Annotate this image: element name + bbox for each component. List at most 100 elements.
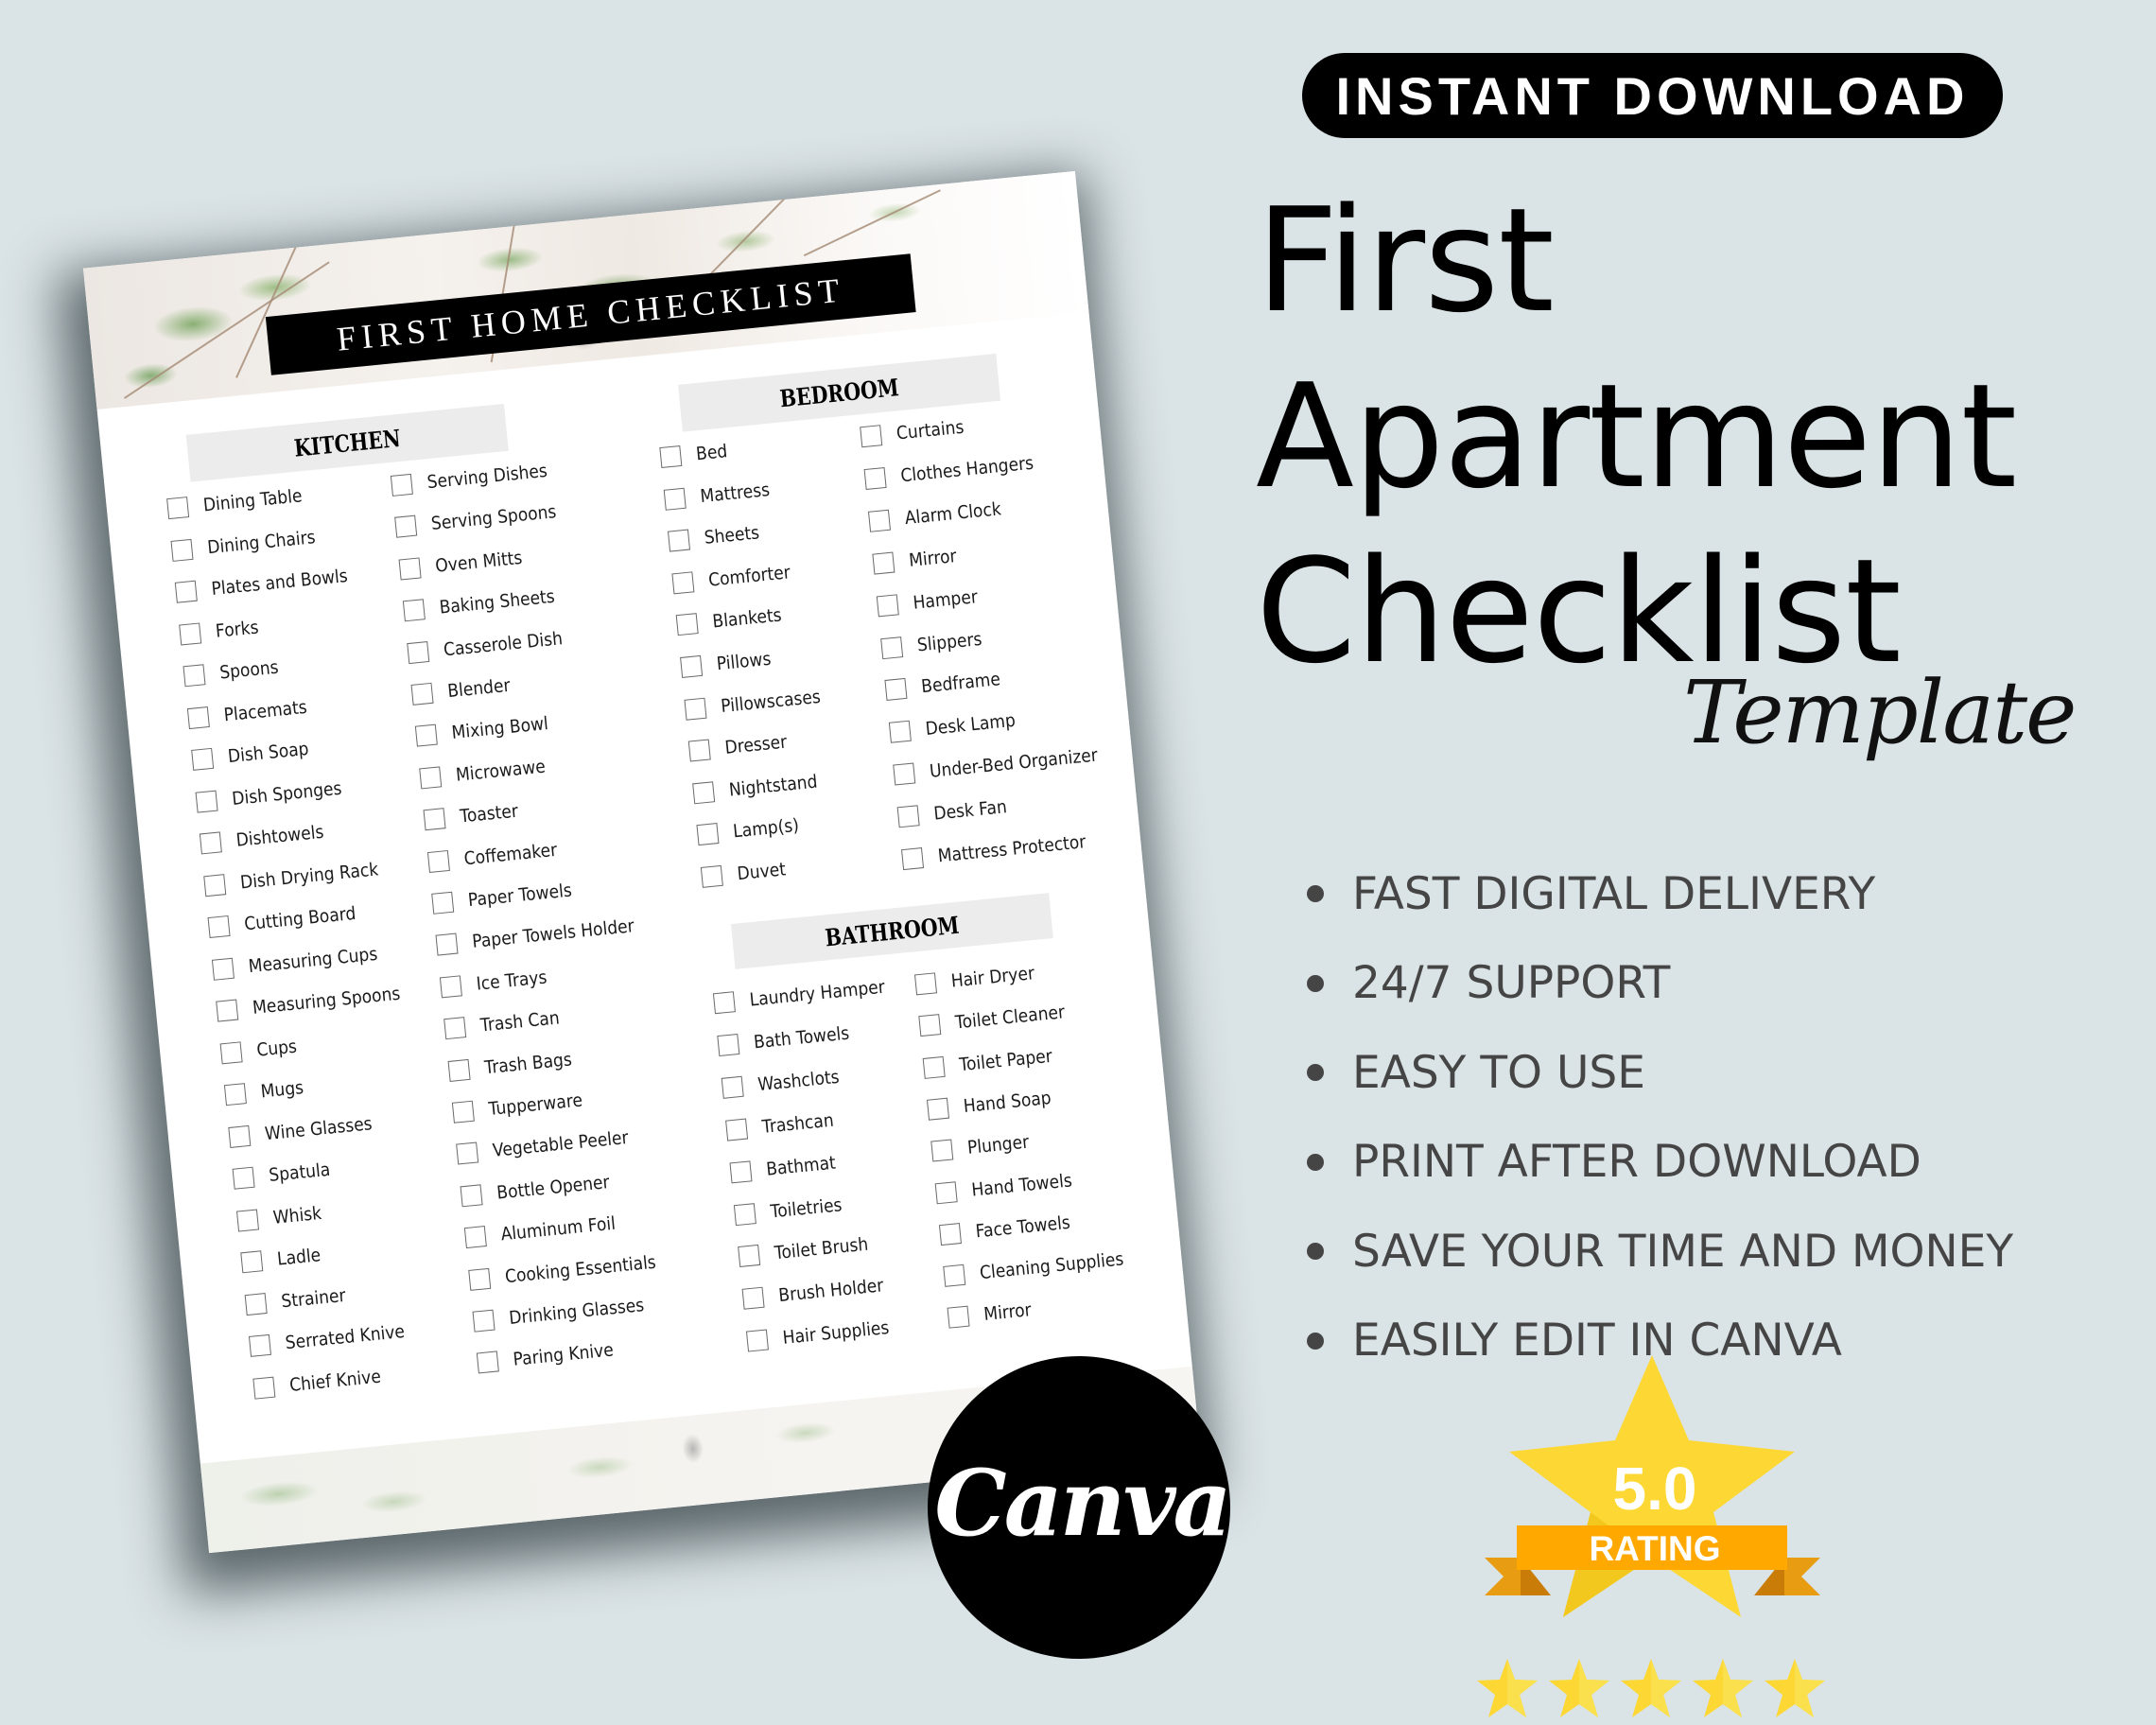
checkbox[interactable] <box>414 723 438 747</box>
checklist-item[interactable]: Cutting Board <box>207 901 370 938</box>
checkbox[interactable] <box>888 720 912 743</box>
checkbox[interactable] <box>207 915 231 938</box>
checkbox[interactable] <box>447 1058 471 1082</box>
checkbox[interactable] <box>228 1124 252 1147</box>
checkbox[interactable] <box>922 1054 946 1079</box>
checkbox[interactable] <box>947 1305 970 1329</box>
checklist-item[interactable]: Strainer <box>244 1283 354 1316</box>
checkbox[interactable] <box>240 1249 264 1273</box>
checkbox[interactable] <box>174 580 198 603</box>
checkbox[interactable] <box>223 1082 247 1106</box>
checklist-item[interactable]: Mirror <box>872 545 963 574</box>
checkbox[interactable] <box>863 466 887 490</box>
checkbox[interactable] <box>745 1329 769 1352</box>
checklist-item[interactable]: Toilet Cleaner <box>918 1001 1078 1037</box>
checklist-item[interactable]: Trashcan <box>725 1108 843 1141</box>
checkbox[interactable] <box>884 677 908 701</box>
checklist-item[interactable]: Cooking Essentials <box>468 1249 673 1290</box>
checklist-item[interactable]: Face Towels <box>938 1211 1082 1246</box>
checklist-item[interactable]: Baking Sheets <box>402 584 568 621</box>
checklist-item[interactable]: Trash Can <box>443 1006 569 1039</box>
checklist-item[interactable]: Spatula <box>232 1159 339 1190</box>
checklist-item[interactable]: Hamper <box>876 584 986 617</box>
checklist-item[interactable]: Chief Knive <box>252 1365 391 1399</box>
checkbox[interactable] <box>938 1222 962 1246</box>
checklist-item[interactable]: Bath Towels <box>717 1021 861 1056</box>
checklist-item[interactable]: Blender <box>410 674 518 706</box>
checkbox[interactable] <box>203 873 227 897</box>
checkbox[interactable] <box>867 509 891 532</box>
checkbox[interactable] <box>179 621 202 645</box>
checklist-item[interactable]: Lamp(s) <box>696 814 807 845</box>
checkbox[interactable] <box>435 932 459 956</box>
checklist-item[interactable]: Serrated Knive <box>248 1319 419 1357</box>
checkbox[interactable] <box>219 1040 243 1064</box>
checkbox[interactable] <box>394 514 418 538</box>
checklist-item[interactable]: Microwawe <box>419 755 556 789</box>
checklist-item[interactable]: Mattress <box>663 478 778 510</box>
checklist-item[interactable]: Toilet Brush <box>738 1232 879 1267</box>
checklist-item[interactable]: Serving Dishes <box>390 459 562 497</box>
checkbox[interactable] <box>687 739 711 762</box>
checklist-item[interactable]: Hair Dryer <box>913 962 1045 995</box>
checkbox[interactable] <box>700 864 723 888</box>
checklist-item[interactable]: Desk Lamp <box>888 709 1027 743</box>
checkbox[interactable] <box>232 1166 255 1190</box>
checklist-item[interactable]: Dish Soap <box>191 737 319 771</box>
checkbox[interactable] <box>741 1286 765 1310</box>
checkbox[interactable] <box>712 990 736 1014</box>
checkbox[interactable] <box>733 1202 756 1226</box>
checklist-item[interactable]: Slippers <box>880 627 990 659</box>
checkbox[interactable] <box>183 663 206 687</box>
checkbox[interactable] <box>423 807 446 830</box>
checklist-item[interactable]: Plunger <box>930 1131 1036 1162</box>
checkbox[interactable] <box>896 804 920 828</box>
checklist-item[interactable]: Paper Towels Holder <box>435 914 653 956</box>
checklist-item[interactable]: Hand Towels <box>934 1168 1085 1204</box>
checklist-item[interactable]: Toaster <box>423 800 526 830</box>
checklist-item[interactable]: Bedframe <box>884 668 1010 701</box>
checkbox[interactable] <box>680 654 704 678</box>
checklist-item[interactable]: Measuring Cups <box>211 941 392 980</box>
checkbox[interactable] <box>468 1266 492 1290</box>
checklist-item[interactable]: Tupperware <box>451 1089 594 1124</box>
checkbox[interactable] <box>170 537 194 561</box>
checkbox[interactable] <box>235 1208 259 1231</box>
checklist-item[interactable]: Coffemaker <box>426 838 568 873</box>
checkbox[interactable] <box>913 971 938 995</box>
checkbox[interactable] <box>880 636 904 659</box>
checkbox[interactable] <box>717 1033 740 1056</box>
checklist-item[interactable]: Blankets <box>675 604 791 636</box>
checklist-item[interactable]: Plates and Bowls <box>174 564 364 603</box>
checkbox[interactable] <box>675 613 699 636</box>
checklist-item[interactable]: Forks <box>179 616 264 645</box>
checkbox[interactable] <box>191 747 215 771</box>
checkbox[interactable] <box>456 1141 479 1165</box>
checklist-item[interactable]: Dining Table <box>166 484 314 519</box>
checkbox[interactable] <box>451 1100 475 1124</box>
checklist-item[interactable]: Mirror <box>947 1298 1038 1329</box>
checklist-item[interactable]: Toiletries <box>733 1193 851 1226</box>
checklist-item[interactable]: Nightstand <box>692 770 828 804</box>
checkbox[interactable] <box>893 762 916 786</box>
checklist-item[interactable]: Aluminum Foil <box>463 1211 629 1248</box>
checklist-item[interactable]: Measuring Spoons <box>216 981 417 1022</box>
checklist-item[interactable]: Serving Spoons <box>394 500 571 538</box>
checklist-item[interactable]: Pillows <box>680 648 778 678</box>
checkbox[interactable] <box>186 706 210 729</box>
checklist-item[interactable]: Curtains <box>860 415 972 447</box>
checklist-item[interactable]: Clothes Hangers <box>863 451 1050 490</box>
checkbox[interactable] <box>211 956 235 980</box>
checkbox[interactable] <box>725 1117 749 1141</box>
checkbox[interactable] <box>390 473 413 497</box>
checklist-item[interactable]: Wine Glasses <box>228 1111 385 1147</box>
checkbox[interactable] <box>252 1375 276 1399</box>
checkbox[interactable] <box>692 780 716 804</box>
checkbox[interactable] <box>663 486 687 510</box>
checkbox[interactable] <box>472 1309 496 1333</box>
checkbox[interactable] <box>410 682 434 706</box>
checkbox[interactable] <box>166 496 190 519</box>
checklist-item[interactable]: Hair Supplies <box>745 1316 902 1352</box>
checklist-item[interactable]: Paper Towels <box>431 879 584 915</box>
checklist-item[interactable]: Bed <box>659 440 732 468</box>
